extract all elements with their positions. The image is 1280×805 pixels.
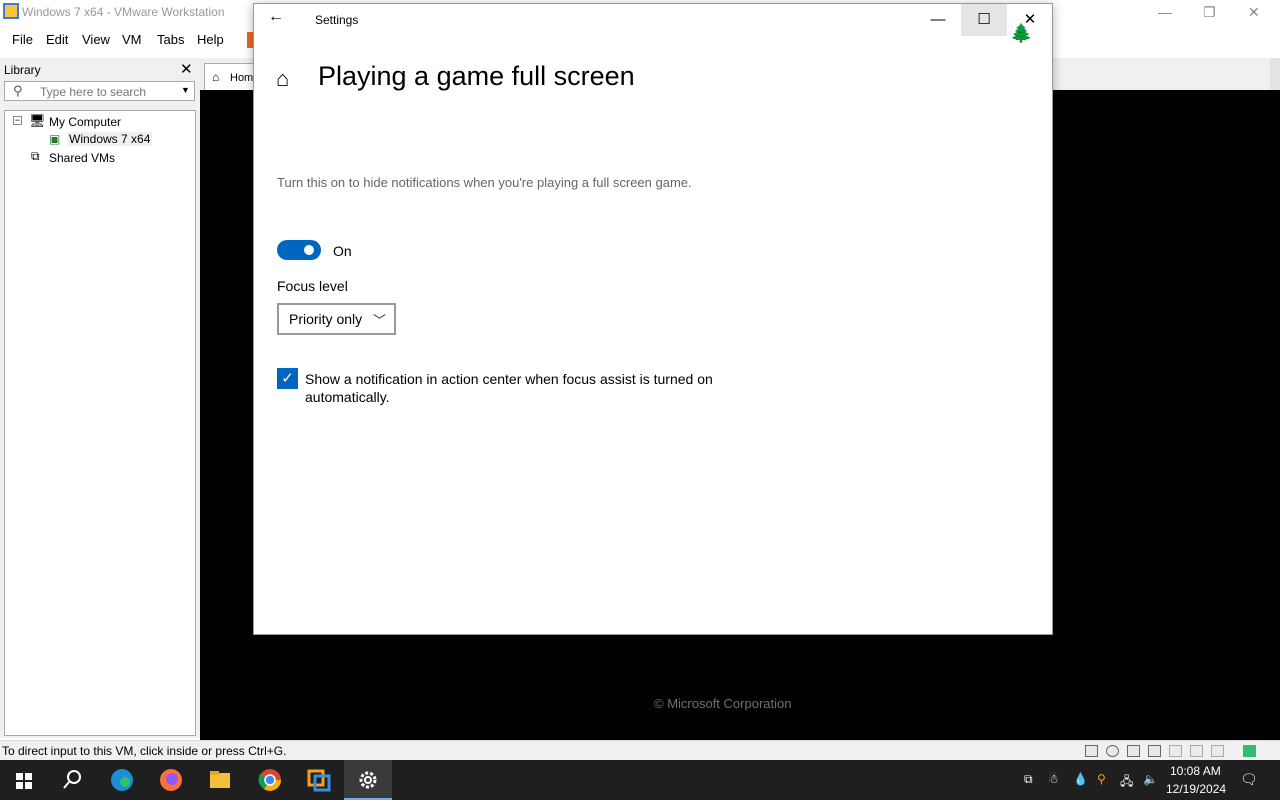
usb-icon[interactable] <box>1211 745 1224 757</box>
host-close-icon[interactable]: ✕ <box>1248 4 1260 21</box>
cd-icon[interactable] <box>1106 745 1119 757</box>
file-explorer-icon[interactable] <box>196 760 244 800</box>
vmware-icon[interactable] <box>295 760 343 800</box>
menu-tabs[interactable]: Tabs <box>157 32 184 47</box>
chrome-icon[interactable] <box>246 760 294 800</box>
menu-edit[interactable]: Edit <box>46 32 68 47</box>
tray-network-icon[interactable]: 🖧 <box>1120 772 1133 793</box>
tray-drop-icon[interactable]: 💧 <box>1073 772 1088 786</box>
description-text: Turn this on to hide notifications when … <box>277 175 692 190</box>
focus-level-dropdown[interactable]: Priority only ﹀ <box>277 303 396 335</box>
menu-vm[interactable]: VM <box>122 32 142 47</box>
clock-date[interactable]: 12/19/2024 <box>1166 782 1226 796</box>
computer-icon: 🖥 <box>29 113 46 128</box>
menu-help[interactable]: Help <box>197 32 224 47</box>
tree-item-windows7[interactable]: Windows 7 x64 <box>67 132 153 146</box>
floppy-icon[interactable] <box>1127 745 1140 757</box>
library-tree: − 🖥 My Computer ▣ Windows 7 x64 ⧉ Shared… <box>4 110 196 736</box>
search-icon[interactable] <box>48 760 96 800</box>
sound-icon[interactable] <box>1190 745 1203 757</box>
library-search-placeholder: Type here to search <box>40 85 147 99</box>
tray-people-icon[interactable]: ☃ <box>1048 772 1059 786</box>
home-icon[interactable]: ⌂ <box>276 66 289 92</box>
start-icon[interactable] <box>0 760 48 800</box>
host-window-title: Windows 7 x64 - VMware Workstation <box>22 5 225 19</box>
library-close-icon[interactable]: ✕ <box>180 60 193 78</box>
network-icon[interactable] <box>1148 745 1161 757</box>
library-search-input[interactable]: ⚲ Type here to search ▼ <box>4 81 195 101</box>
vm-icon: ▣ <box>49 132 61 146</box>
settings-window: ← Settings — ☐ ✕ ⌂ Playing a game full s… <box>253 3 1053 635</box>
home-icon: ⌂ <box>212 70 220 84</box>
tree-item-shared-vms[interactable]: Shared VMs <box>49 151 115 165</box>
tab-home[interactable]: ⌂ Home <box>204 63 259 90</box>
tab-scrollbar[interactable] <box>1270 58 1280 90</box>
notification-icon[interactable]: 🗨 <box>1240 771 1258 788</box>
show-notification-checkbox[interactable]: ✓ <box>277 368 298 389</box>
settings-icon[interactable] <box>344 760 392 800</box>
chevron-down-icon[interactable]: ▼ <box>181 85 190 95</box>
back-arrow-icon[interactable]: ← <box>268 8 284 26</box>
hdd-icon[interactable] <box>1085 745 1098 757</box>
maximize-button[interactable]: ☐ <box>961 4 1007 36</box>
vm-copyright: © Microsoft Corporation <box>654 696 792 711</box>
tray-search-icon[interactable]: ⚲ <box>1097 772 1106 786</box>
settings-window-title: Settings <box>315 13 359 27</box>
menu-file[interactable]: File <box>12 32 33 47</box>
tree-item-my-computer[interactable]: My Computer <box>49 115 121 129</box>
status-text: To direct input to this VM, click inside… <box>2 744 287 758</box>
firefox-icon[interactable] <box>147 760 195 800</box>
tray-windows-icon[interactable]: ⧉ <box>1024 772 1033 787</box>
shared-vms-icon: ⧉ <box>31 149 40 163</box>
library-panel: Library ✕ ⚲ Type here to search ▼ − 🖥 My… <box>0 58 200 738</box>
taskbar: ⧉ ☃ 💧 ⚲ 🖧 🔈 10:08 AM 12/19/2024 🗨 <box>0 760 1280 800</box>
minimize-button[interactable]: — <box>915 4 961 36</box>
printer-icon[interactable] <box>1169 745 1182 757</box>
focus-level-label: Focus level <box>277 278 348 294</box>
vmware-app-icon <box>3 3 19 19</box>
focus-level-value: Priority only <box>289 311 363 327</box>
page-title: Playing a game full screen <box>318 61 635 91</box>
host-restore-icon[interactable]: ❐ <box>1203 4 1216 21</box>
show-notification-label[interactable]: Show a notification in action center whe… <box>305 370 745 406</box>
cursor-tree-icon: 🌲 <box>1010 23 1033 43</box>
menu-view[interactable]: View <box>82 32 110 47</box>
edge-icon[interactable] <box>98 760 146 800</box>
toggle-knob <box>304 245 314 255</box>
host-status-bar: To direct input to this VM, click inside… <box>0 740 1280 760</box>
tray-volume-icon[interactable]: 🔈 <box>1143 772 1158 786</box>
library-title: Library <box>4 63 41 77</box>
clock-time[interactable]: 10:08 AM <box>1170 764 1221 778</box>
collapse-icon[interactable]: − <box>13 116 22 125</box>
message-icon[interactable] <box>1243 745 1256 757</box>
fullscreen-game-toggle[interactable] <box>277 240 321 260</box>
toggle-state-label: On <box>333 243 352 259</box>
chevron-down-icon: ﹀ <box>373 313 387 328</box>
host-minimize-icon[interactable]: — <box>1158 4 1172 20</box>
search-icon: ⚲ <box>13 83 23 98</box>
